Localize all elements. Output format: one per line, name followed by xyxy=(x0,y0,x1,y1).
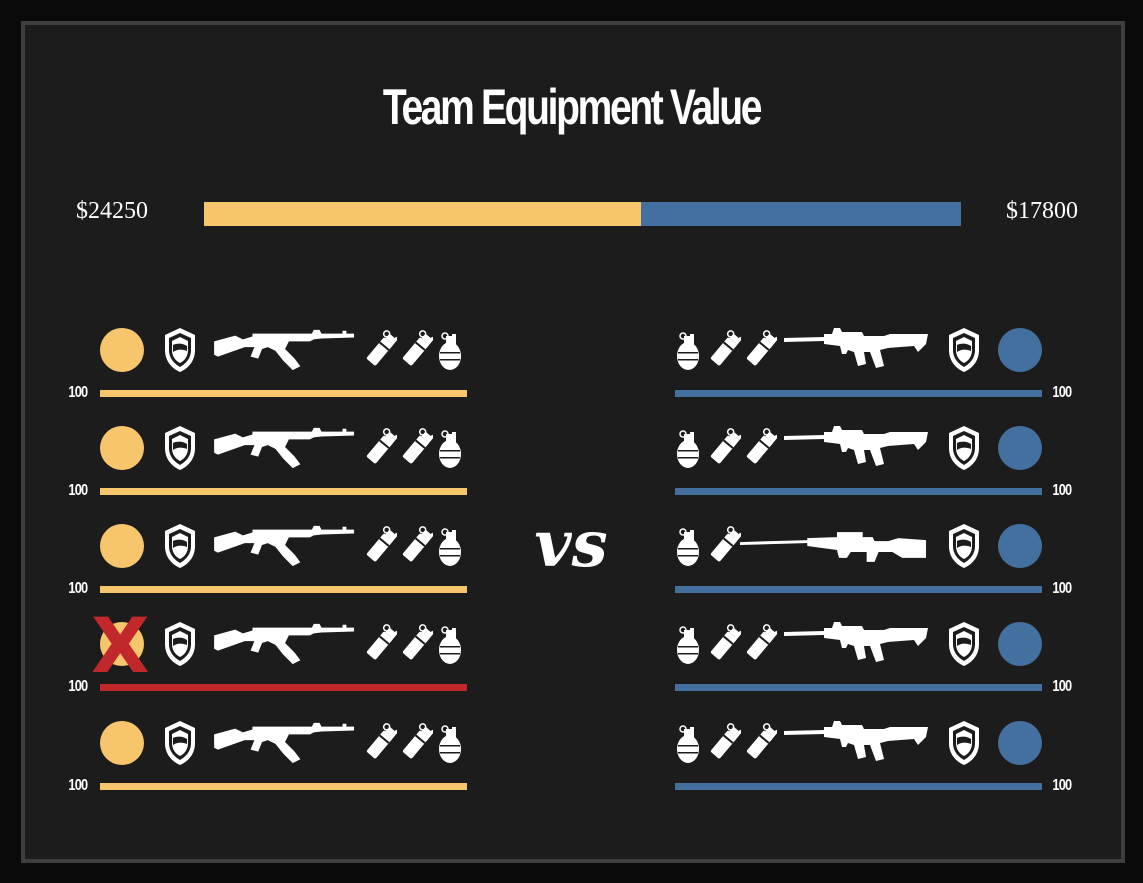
player-health-bar xyxy=(675,390,1042,397)
right-team-value-segment xyxy=(640,202,961,226)
player-health-bar xyxy=(675,586,1042,593)
left-team-value-segment xyxy=(204,202,641,226)
player-health-label: 100 xyxy=(1052,777,1072,794)
right-player-row: 100 xyxy=(0,328,1143,418)
right-team-value: $17800 xyxy=(1006,198,1078,224)
player-avatar xyxy=(998,426,1042,470)
player-health-label: 100 xyxy=(1052,482,1072,499)
player-avatar xyxy=(998,524,1042,568)
page-title: Team Equipment Value xyxy=(382,79,763,135)
player-health-bar xyxy=(675,783,1042,790)
player-avatar xyxy=(998,622,1042,666)
right-player-row: 100 xyxy=(0,426,1143,516)
equipment-value-bar xyxy=(204,202,961,226)
right-player-row: 100 xyxy=(0,622,1143,712)
right-player-row: 100 xyxy=(0,524,1143,614)
player-health-bar xyxy=(675,684,1042,691)
right-player-row: 100 xyxy=(0,721,1143,811)
left-team-value: $24250 xyxy=(76,198,148,224)
player-avatar xyxy=(998,328,1042,372)
player-avatar xyxy=(998,721,1042,765)
player-health-label: 100 xyxy=(1052,678,1072,695)
player-health-label: 100 xyxy=(1052,384,1072,401)
player-health-bar xyxy=(675,488,1042,495)
player-health-label: 100 xyxy=(1052,580,1072,597)
